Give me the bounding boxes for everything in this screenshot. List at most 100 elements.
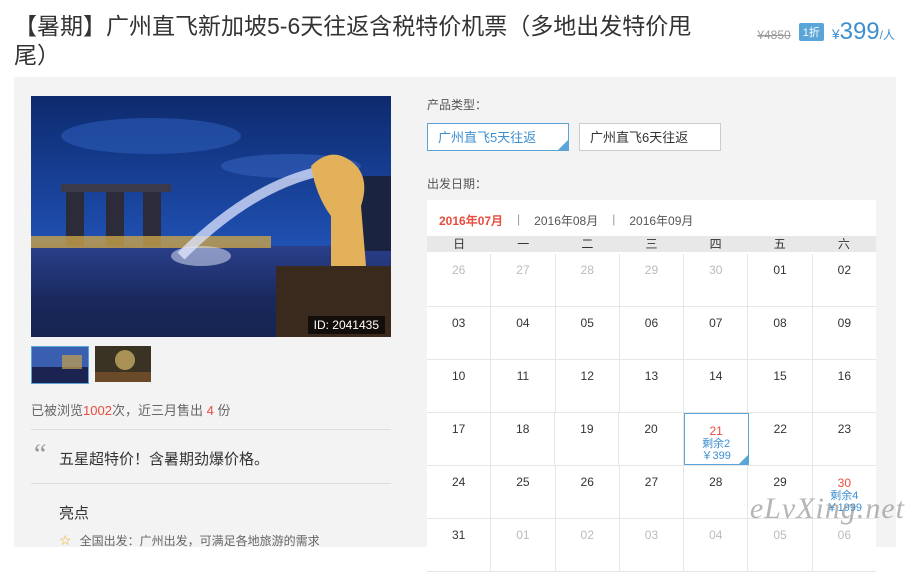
day-number: 29 [773,475,787,489]
day-number: 25 [516,475,530,489]
stats-prefix: 已被浏览 [31,403,84,418]
day-number: 27 [644,475,659,489]
day-number: 04 [709,528,723,542]
day-number: 30 [837,476,851,490]
month-separator: | [517,212,521,226]
day-number: 26 [451,263,466,277]
day-number: 08 [773,316,787,330]
month-tab-2016-07[interactable]: 2016年07月 [439,212,503,229]
calendar-day: 27 [491,254,556,306]
day-number: 09 [837,316,851,330]
day-number: 03 [644,528,659,542]
calendar-day: 13 [620,360,685,412]
day-number: 18 [516,422,530,436]
day-number: 01 [516,528,530,542]
calendar-day: 03 [620,519,685,571]
day-number: 22 [773,422,787,436]
product-panel: ID: 2041435 已被浏览1002次，近三月售出 4 份 “ 五星超特价！… [14,77,896,572]
calendar-day: 11 [491,360,556,412]
calendar-day: 01 [491,519,556,571]
calendar-day: 04 [684,519,749,571]
calendar-day: 12 [556,360,620,412]
calendar-day: 27 [620,466,685,518]
discount-badge: 1折 [798,23,824,41]
day-number: 05 [580,316,594,330]
calendar-week-row: 26 27 28 29 30 01 02 [427,254,876,307]
day-number: 07 [709,316,723,330]
month-tab-2016-08[interactable]: 2016年08月 [534,212,598,229]
product-option-6day[interactable]: 广州直飞6天往返 [579,123,721,151]
price-value: 399 [839,18,880,45]
weekday-sat: 六 [837,237,850,251]
month-tab-2016-09[interactable]: 2016年09月 [629,212,693,229]
product-option-5day[interactable]: 广州直飞5天往返 [427,123,569,151]
calendar-day: 29 [620,254,685,306]
price-box: ¥4850 1折 ¥399/人 [757,18,895,46]
weekday-sun: 日 [453,237,466,251]
calendar-day: 01 [748,254,813,306]
day-number: 06 [644,316,659,330]
day-number: 11 [516,369,530,383]
star-icon: ☆ [59,532,72,548]
day-number: 31 [451,528,466,542]
highlight-text: 五星超特价！含暑期劲爆价格。 [59,451,270,468]
day-price: ￥399 [701,450,731,462]
calendar-day: 24 [427,466,492,518]
current-price: ¥399/人 [832,18,895,46]
calendar-day: 07 [684,307,749,359]
calendar-day: 09 [813,307,876,359]
day-number: 27 [516,263,530,277]
weekday-mon: 一 [517,237,530,251]
calendar-day-available[interactable]: 21 剩余2 ￥399 [683,413,749,465]
watermark: eLvXing.net [749,492,905,525]
day-number: 20 [644,422,658,436]
view-count: 1002 [83,403,112,418]
day-number: 15 [773,369,787,383]
calendar-day: 10 [427,360,492,412]
calendar-day: 28 [684,466,749,518]
day-number: 16 [837,369,851,383]
thumbnail-1[interactable] [31,346,89,384]
thumbnail-night-image [95,346,151,382]
calendar-day: 02 [556,519,620,571]
product-type-label: 产品类型： [427,98,488,112]
calendar-day: 23 [813,413,876,465]
divider [31,483,391,484]
price-unit: /人 [879,28,895,42]
image-id-label: ID: 2041435 [307,316,385,334]
calendar-day: 26 [556,466,620,518]
calendar-day: 17 [427,413,492,465]
calendar-day: 02 [813,254,876,306]
weekday-wed: 三 [645,237,658,251]
weekday-thu: 四 [709,237,722,251]
original-price: ¥4850 [757,28,791,42]
month-tabs: 2016年07月 | 2016年08月 | 2016年09月 [439,212,693,229]
day-number: 28 [709,475,723,489]
calendar-day: 25 [491,466,556,518]
thumbnail-city-image [32,347,88,383]
day-number: 23 [837,422,852,436]
main-photo[interactable]: ID: 2041435 [31,96,391,337]
calendar-day: 14 [684,360,749,412]
feature-text: 全国出发：广州出发，可满足各地旅游的需求 [79,534,320,548]
day-number: 13 [644,369,659,383]
calendar-day: 22 [749,413,813,465]
calendar-day: 28 [556,254,620,306]
month-separator: | [612,212,616,226]
sold-count: 4 [206,403,214,418]
date-label: 出发日期： [427,177,488,191]
day-number: 21 [709,424,723,438]
calendar-day: 19 [555,413,620,465]
day-number: 19 [580,422,594,436]
weekday-tue: 二 [581,237,594,251]
day-number: 12 [580,369,594,383]
remaining-seats: 剩余2 [702,438,731,450]
calendar-day: 31 [427,519,492,571]
feature-item: ☆ 全国出发：广州出发，可满足各地旅游的需求 [59,532,320,549]
day-number: 01 [773,263,787,277]
thumbnail-2[interactable] [95,346,151,382]
singapore-merlion-image [31,96,391,337]
calendar-day: 05 [556,307,620,359]
weekday-header: 日 一 二 三 四 五 六 [427,236,876,252]
calendar-day: 08 [748,307,813,359]
